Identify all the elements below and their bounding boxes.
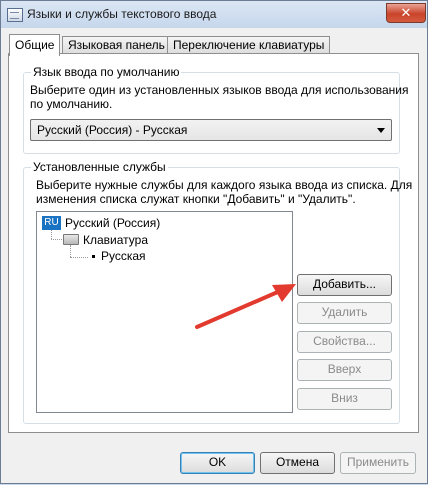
annotation-arrow-icon xyxy=(195,284,296,329)
dialog-window: Языки и службы текстового ввода ✕ Общие … xyxy=(0,0,428,484)
